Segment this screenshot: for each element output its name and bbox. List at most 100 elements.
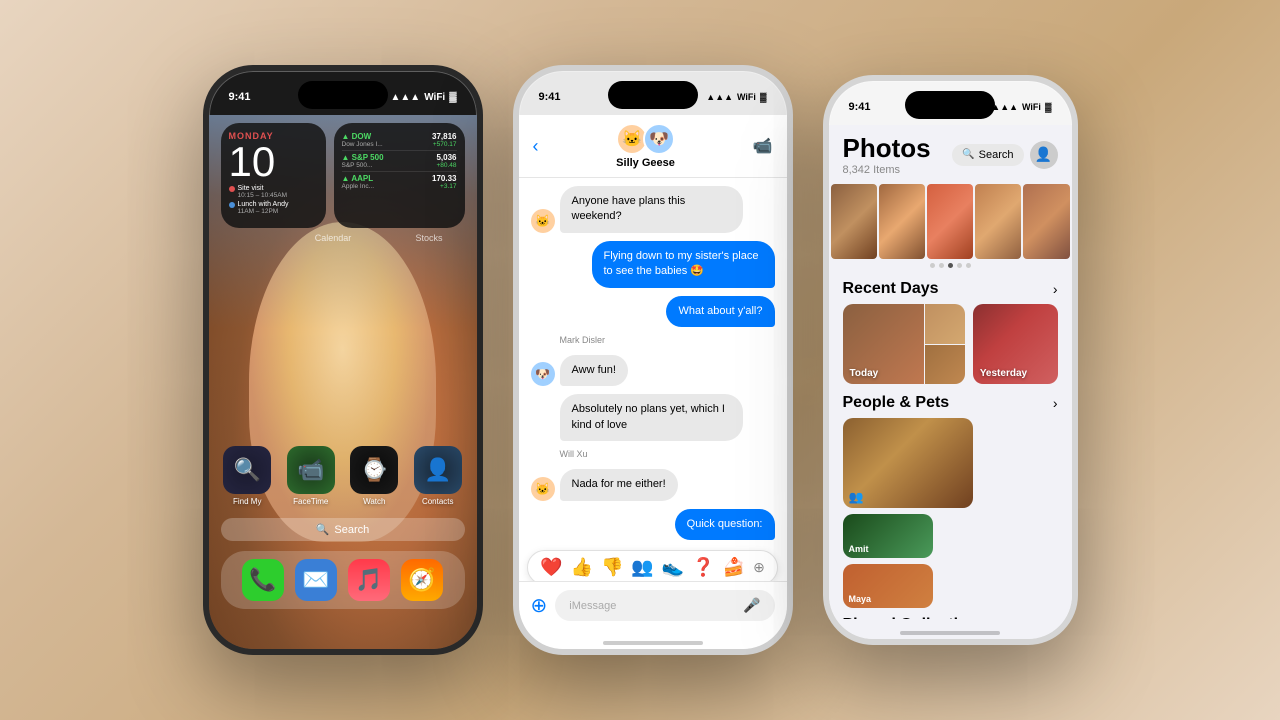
- dock-music[interactable]: 🎵: [348, 559, 390, 601]
- mail-icon: ✉️: [295, 559, 337, 601]
- hero-photo-4[interactable]: [975, 184, 1021, 259]
- app-facetime[interactable]: 📹 FaceTime: [284, 446, 338, 506]
- stock-row-aapl: ▲ AAPL Apple Inc... 170.33 +3.17: [342, 172, 457, 192]
- contacts-icon: 👤: [414, 446, 462, 494]
- stock-row-sp: ▲ S&P 500 S&P 500... 5,036 +80.48: [342, 151, 457, 172]
- facetime-icon: 📹: [287, 446, 335, 494]
- signal-icon: ▲▲▲: [390, 92, 420, 103]
- stock-row-dow: ▲ DOW Dow Jones I... 37,816 +570.17: [342, 130, 457, 151]
- app-contacts[interactable]: 👤 Contacts: [411, 446, 465, 506]
- group-header-center: 🐱 🐶 Silly Geese: [616, 123, 675, 169]
- people-pets-arrow[interactable]: ›: [1053, 395, 1058, 411]
- add-icon[interactable]: ⊕: [531, 593, 548, 618]
- battery-icon: ▓: [449, 92, 456, 103]
- back-button[interactable]: ‹: [533, 136, 539, 157]
- message-1: 🐱 Anyone have plans this weekend?: [531, 186, 775, 233]
- bubble-2: Flying down to my sister's place to see …: [592, 241, 775, 288]
- hero-photo-2[interactable]: [879, 184, 925, 259]
- photos-title-block: Photos 8,342 Items: [843, 133, 931, 176]
- home-bar-3: [900, 631, 1000, 635]
- calendar-event-2: Lunch with Andy: [229, 201, 318, 208]
- calendar-widget[interactable]: MONDAY 10 Site visit 10:15 – 10:45AM Lun…: [221, 123, 326, 228]
- more-reactions-icon[interactable]: ⊕: [753, 559, 765, 576]
- reaction-bar[interactable]: ❤️ 👍 👎 👥 👟 ❓ 🍰 ⊕: [527, 550, 778, 581]
- status-icons-2: ▲▲▲ WiFi ▓: [706, 92, 766, 102]
- facetime-label: FaceTime: [293, 497, 328, 506]
- message-input[interactable]: iMessage 🎤: [555, 590, 774, 621]
- group-avatars: 🐱 🐶: [616, 123, 675, 155]
- status-icons-1: ▲▲▲ WiFi ▓: [390, 92, 456, 103]
- reaction-cake[interactable]: 🍰: [723, 557, 745, 578]
- profile-button[interactable]: 👤: [1030, 141, 1058, 169]
- reaction-shoes[interactable]: 👟: [662, 557, 684, 578]
- hero-photo-3[interactable]: [927, 184, 973, 259]
- video-call-icon[interactable]: 📹: [753, 136, 773, 156]
- people-grid: 👥 Amit Maya: [843, 418, 1058, 608]
- dock-mail[interactable]: ✉️: [295, 559, 337, 601]
- dock-compass[interactable]: 🧭: [401, 559, 443, 601]
- msg-avatar-1: 🐱: [531, 209, 555, 233]
- reaction-question[interactable]: ❓: [692, 557, 714, 578]
- app-findmy[interactable]: 🔍 Find My: [221, 446, 275, 506]
- watch-icon: ⌚: [350, 446, 398, 494]
- stocks-label: Stocks: [394, 233, 465, 243]
- app-watch[interactable]: ⌚ Watch: [348, 446, 402, 506]
- input-placeholder: iMessage: [569, 600, 616, 612]
- today-label: Today: [850, 368, 879, 379]
- reaction-thumbsdown[interactable]: 👎: [601, 557, 623, 578]
- event-dot-blue: [229, 202, 235, 208]
- message-input-area: ⊕ iMessage 🎤: [519, 581, 787, 629]
- stock-change-aapl: +3.17: [432, 183, 456, 190]
- stocks-widget[interactable]: ▲ DOW Dow Jones I... 37,816 +570.17 ▲ S&…: [334, 123, 465, 228]
- person-cards-right: Amit Maya: [843, 514, 933, 608]
- recent-days-title: Recent Days: [843, 280, 939, 298]
- compass-icon: 🧭: [401, 559, 443, 601]
- messages-screen: ‹ 🐱 🐶 Silly Geese 📹 🐱 Anyone have plans …: [519, 115, 787, 649]
- recent-days-header: Recent Days ›: [843, 280, 1058, 298]
- stock-sub-aapl: Apple Inc...: [342, 183, 375, 190]
- dot-2: [939, 263, 944, 268]
- message-6: 🐱 Nada for me either!: [531, 469, 775, 500]
- bubble-4: Aww fun!: [560, 355, 628, 386]
- search-pill[interactable]: 🔍 Search: [221, 518, 465, 541]
- mic-icon[interactable]: 🎤: [743, 597, 760, 614]
- time-2: 9:41: [539, 91, 561, 103]
- stock-price-dow: 37,816: [432, 132, 456, 141]
- home-indicator-2: [519, 629, 787, 649]
- stock-change-sp: +80.48: [436, 162, 456, 169]
- stock-sub-dow: Dow Jones I...: [342, 141, 383, 148]
- calendar-event-2-label: Lunch with Andy: [238, 201, 289, 208]
- dot-1: [930, 263, 935, 268]
- msg-avatar-6: 🐱: [531, 477, 555, 501]
- hero-photo-1[interactable]: [831, 184, 877, 259]
- dock: 📞 ✉️ 🎵 🧭: [221, 551, 465, 609]
- photos-header: Photos 8,342 Items 🔍 Search 👤: [829, 125, 1072, 184]
- recent-days-arrow[interactable]: ›: [1053, 281, 1058, 297]
- dock-phone[interactable]: 📞: [242, 559, 284, 601]
- reaction-heart[interactable]: ❤️: [540, 557, 562, 578]
- hero-photo-5[interactable]: [1023, 184, 1069, 259]
- stock-price-sp: 5,036: [436, 153, 456, 162]
- home-screen: MONDAY 10 Site visit 10:15 – 10:45AM Lun…: [209, 115, 477, 649]
- today-photo-side-2: [925, 345, 965, 385]
- person-card-amit[interactable]: Amit: [843, 514, 933, 558]
- calendar-event-1-label: Site visit: [238, 185, 264, 192]
- person-card-large[interactable]: 👥: [843, 418, 973, 508]
- bubble-3: What about y'all?: [666, 296, 774, 327]
- recent-days-grid: Today Yesterday: [843, 304, 1058, 384]
- bubble-7: Quick question:: [675, 509, 775, 540]
- sender-will: Will Xu: [560, 449, 775, 459]
- group-people-icon: 👥: [849, 490, 864, 504]
- search-button[interactable]: 🔍 Search: [952, 144, 1023, 166]
- people-pets-header: People & Pets ›: [843, 394, 1058, 412]
- apps-grid: 🔍 Find My 📹 FaceTime ⌚ Watch 👤 Contacts: [221, 446, 465, 506]
- day-card-today[interactable]: Today: [843, 304, 965, 384]
- reaction-thumbsup[interactable]: 👍: [571, 557, 593, 578]
- bubble-6: Nada for me either!: [560, 469, 678, 500]
- avatar-2: 🐶: [643, 123, 675, 155]
- dock-area: 🔍 Find My 📹 FaceTime ⌚ Watch 👤 Contacts: [221, 446, 465, 609]
- person-card-maya[interactable]: Maya: [843, 564, 933, 608]
- day-card-yesterday[interactable]: Yesterday: [973, 304, 1058, 384]
- search-label-photos: Search: [979, 149, 1014, 161]
- reaction-people[interactable]: 👥: [631, 557, 653, 578]
